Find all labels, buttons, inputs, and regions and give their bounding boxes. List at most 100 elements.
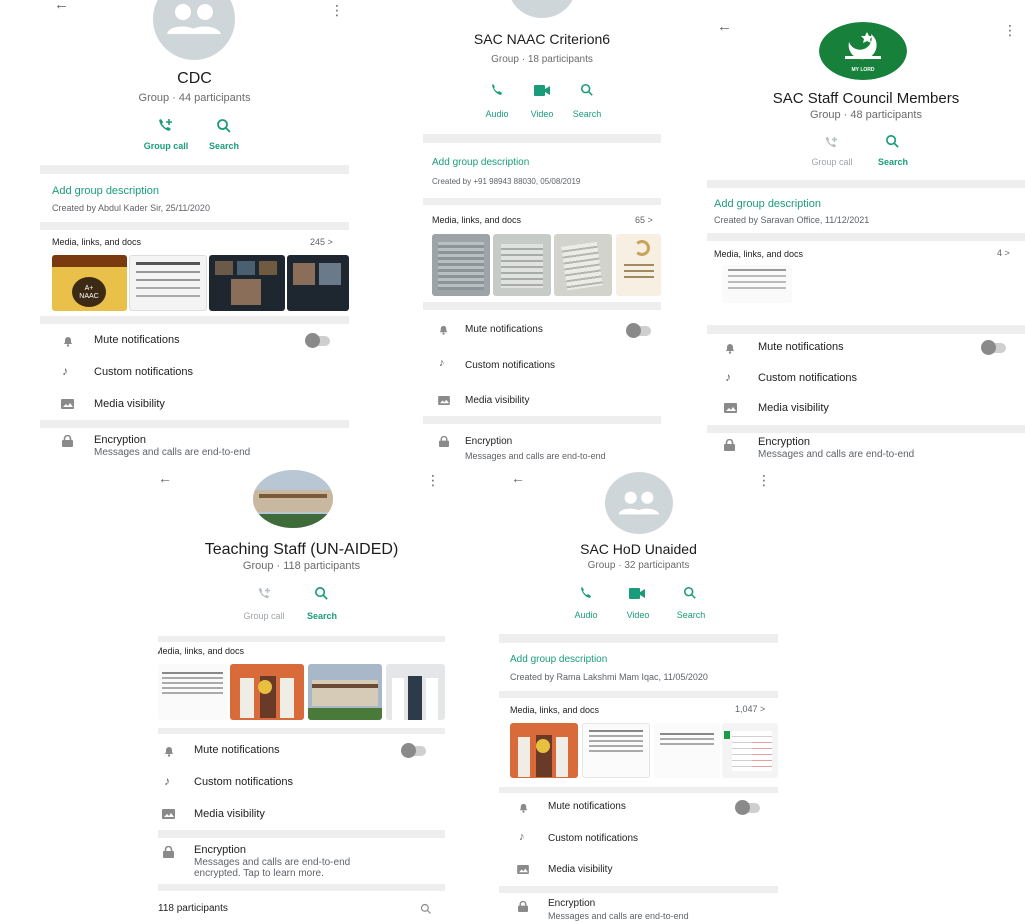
add-description-link[interactable]: Add group description [52,185,159,197]
add-description-link[interactable]: Add group description [510,654,607,665]
video-button[interactable]: Video [523,109,561,119]
media-thumbnail[interactable] [510,723,578,778]
media-thumbnail[interactable] [616,234,661,296]
custom-notifications-label[interactable]: Custom notifications [194,776,293,788]
media-thumbnail[interactable] [493,234,551,296]
more-options-icon[interactable]: ⋮ [1003,22,1017,39]
mute-notifications-label[interactable]: Mute notifications [758,341,844,353]
more-options-icon[interactable]: ⋮ [757,472,771,489]
video-button[interactable]: Video [618,610,658,620]
custom-notifications-label[interactable]: Custom notifications [548,833,638,844]
group-avatar[interactable]: MY LORD [819,22,907,80]
created-by-text: Created by +91 98943 88030, 05/08/2019 [432,177,581,186]
media-label[interactable]: Media, links, and docs [510,705,599,715]
media-visibility-label[interactable]: Media visibility [758,402,829,414]
media-visibility-label[interactable]: Media visibility [94,398,165,410]
group-avatar[interactable] [508,0,576,18]
group-call-button[interactable]: Group call [136,141,196,151]
phone-icon[interactable] [490,84,503,97]
search-button[interactable]: Search [867,157,919,167]
media-thumbnail[interactable] [432,234,490,296]
mute-toggle[interactable] [735,800,760,815]
mute-notifications-label[interactable]: Mute notifications [94,334,180,346]
group-subtitle: Group · 48 participants [810,109,922,121]
encryption-label[interactable]: Encryption [94,434,146,446]
encryption-label[interactable]: Encryption [194,844,246,856]
media-thumbnail[interactable] [158,664,227,720]
media-thumbnail[interactable] [230,664,304,720]
notifications-section: Mute notifications ♪ Custom notification… [423,310,661,416]
more-options-icon[interactable]: ⋮ [330,2,344,19]
media-thumbnail[interactable] [582,723,650,778]
search-button[interactable]: Search [669,610,713,620]
mute-notifications-label[interactable]: Mute notifications [548,801,626,812]
mute-notifications-label[interactable]: Mute notifications [194,744,280,756]
group-avatar[interactable] [153,0,235,60]
media-visibility-label[interactable]: Media visibility [194,808,265,820]
mute-notifications-label[interactable]: Mute notifications [465,324,543,335]
add-description-link[interactable]: Add group description [432,157,529,168]
add-call-icon [825,136,838,148]
group-title: CDC [177,70,212,87]
media-visibility-label[interactable]: Media visibility [465,395,529,406]
audio-button[interactable]: Audio [477,109,517,119]
search-icon[interactable] [885,134,900,149]
custom-notifications-label[interactable]: Custom notifications [758,372,857,384]
media-count[interactable]: 4 > [997,248,1010,258]
mute-toggle[interactable] [981,340,1006,355]
more-options-icon[interactable]: ⋮ [426,472,440,489]
encryption-label[interactable]: Encryption [758,436,810,448]
search-button[interactable]: Search [196,141,252,151]
audio-button[interactable]: Audio [565,610,607,620]
header-section: SAC NAAC Criterion6 Group · 18 participa… [423,0,661,134]
media-thumbnail[interactable] [386,664,445,720]
search-icon[interactable] [314,586,329,601]
phone-icon[interactable] [579,587,592,600]
image-icon [61,399,74,409]
media-thumbnail[interactable] [722,723,778,778]
media-count[interactable]: 1,047 > [735,704,765,714]
video-icon[interactable] [534,85,550,96]
encryption-label[interactable]: Encryption [465,436,512,447]
video-icon[interactable] [629,588,645,599]
group-avatar[interactable] [253,470,333,528]
media-thumbnail[interactable] [287,255,349,311]
add-call-icon[interactable] [156,118,174,134]
media-label[interactable]: Media, links, and docs [714,249,803,259]
media-label[interactable]: Media, links, and docs [432,215,521,225]
group-avatar[interactable] [605,472,673,534]
mute-toggle[interactable] [401,743,426,758]
back-arrow-icon[interactable]: ← [54,0,69,13]
media-thumbnail[interactable]: A+ NAAC [52,255,127,311]
search-icon[interactable] [580,83,594,97]
search-button[interactable]: Search [566,109,608,119]
search-icon[interactable] [420,903,432,915]
back-arrow-icon[interactable]: ← [511,470,525,486]
back-arrow-icon[interactable]: ← [717,18,732,35]
back-arrow-icon[interactable]: ← [158,470,172,486]
search-icon[interactable] [216,118,232,134]
mute-toggle[interactable] [626,323,651,338]
created-by-text: Created by Abdul Kader Sir, 25/11/2020 [52,203,210,213]
media-thumbnail[interactable] [209,255,285,311]
media-thumbnail[interactable] [554,234,612,296]
custom-notifications-label[interactable]: Custom notifications [465,360,555,371]
media-count[interactable]: 245 > [310,237,333,247]
media-label[interactable]: Media, links, and docs [158,646,244,656]
media-thumbnail[interactable] [722,265,792,303]
media-thumbnail[interactable] [654,723,720,778]
media-thumbnail[interactable] [308,664,382,720]
mute-toggle[interactable] [305,333,330,348]
music-note-icon: ♪ [62,364,68,378]
add-description-link[interactable]: Add group description [714,198,821,210]
encryption-section: Encryption Messages and calls are end-to… [499,893,778,922]
media-visibility-label[interactable]: Media visibility [548,864,612,875]
header-section: ← ⋮ CDC Group · 44 participants Group ca… [40,0,349,165]
media-thumbnail[interactable] [129,255,207,311]
media-count[interactable]: 65 > [635,215,653,225]
search-icon[interactable] [683,586,697,600]
encryption-label[interactable]: Encryption [548,898,595,909]
custom-notifications-label[interactable]: Custom notifications [94,366,193,378]
search-button[interactable]: Search [296,611,348,621]
media-label[interactable]: Media, links, and docs [52,237,141,247]
